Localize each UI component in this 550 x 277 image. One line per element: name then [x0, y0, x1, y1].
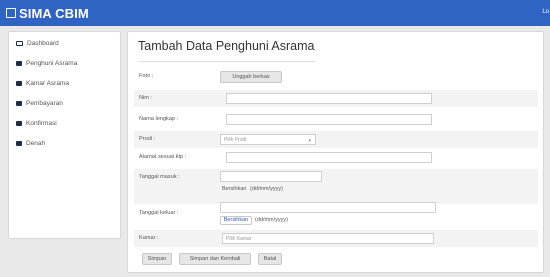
sidebar-item-label: Konfirmasi — [26, 119, 57, 127]
sidebar-item-label: Dashboard — [27, 39, 59, 47]
prodi-label: Prodi : — [139, 136, 156, 142]
sidebar-item-label: Pembayaran — [26, 99, 63, 107]
form-row-nama: Nama lengkap : — [134, 111, 538, 128]
chevron-down-icon: ▾ — [308, 138, 311, 144]
square-icon — [6, 8, 16, 18]
sidebar: Dashboard Penghuni Asrama Kamar Asrama P… — [8, 31, 121, 239]
save-and-back-button[interactable]: Simpan dan Kembali — [179, 253, 251, 265]
tanggal-masuk-label: Tanggal masuk : — [139, 174, 180, 180]
date-format-hint: (dd/mm/yyyy) — [250, 186, 283, 192]
tanggal-keluar-input[interactable] — [220, 202, 436, 213]
sidebar-item-dashboard[interactable]: Dashboard — [9, 33, 120, 53]
nim-input[interactable] — [226, 93, 432, 104]
sidebar-item-label: Kamar Asrama — [26, 79, 69, 87]
form-row-tanggal-keluar: Tanggal keluar : Bersihkan (dd/mm/yyyy) — [134, 202, 538, 229]
table-icon — [16, 80, 22, 86]
monitor-icon — [16, 40, 23, 46]
title-divider — [138, 61, 316, 62]
form-row-alamat: Alamat sesuai ktp : — [134, 149, 538, 166]
prodi-select[interactable]: Pilih Prodi ▾ — [220, 134, 316, 145]
app-title: SIMA CBIM — [19, 5, 89, 21]
sidebar-item-denah[interactable]: Denah — [9, 133, 120, 153]
form-row-tanggal-masuk: Tanggal masuk : Bersihkan (dd/mm/yyyy) — [134, 169, 538, 204]
nim-label: Nim : — [139, 95, 153, 101]
app-brand[interactable]: SIMA CBIM — [6, 5, 89, 21]
table-icon — [16, 120, 22, 126]
tanggal-keluar-label: Tanggal keluar : — [139, 210, 179, 216]
main-panel: Tambah Data Penghuni Asrama Foto : Ungga… — [127, 31, 544, 273]
alamat-label: Alamat sesuai ktp : — [139, 154, 187, 160]
form-row-nim: Nim : — [134, 90, 538, 107]
form-row-kamar: Kamar : Pilih Kamar — [134, 230, 538, 247]
kamar-select[interactable]: Pilih Kamar — [222, 233, 434, 244]
sidebar-item-kamar[interactable]: Kamar Asrama — [9, 73, 120, 93]
table-icon — [16, 140, 22, 146]
upload-file-button[interactable]: Unggah berkas — [220, 71, 282, 83]
nama-input[interactable] — [226, 114, 432, 125]
table-icon — [16, 100, 22, 106]
alamat-input[interactable] — [226, 152, 432, 163]
tanggal-masuk-input[interactable] — [220, 171, 322, 182]
save-button[interactable]: Simpan — [142, 253, 172, 265]
bersihkan-keluar-button[interactable]: Bersihkan — [220, 216, 252, 225]
sidebar-item-label: Penghuni Asrama — [26, 59, 78, 67]
form-row-prodi: Prodi : Pilih Prodi ▾ — [134, 131, 538, 148]
bersihkan-masuk-link[interactable]: Bersihkan — [222, 186, 246, 192]
kamar-label: Kamar : — [139, 235, 159, 241]
sidebar-item-pembayaran[interactable]: Pembayaran — [9, 93, 120, 113]
sidebar-item-konfirmasi[interactable]: Konfirmasi — [9, 113, 120, 133]
table-icon — [16, 60, 22, 66]
page-title: Tambah Data Penghuni Asrama — [138, 39, 315, 53]
sidebar-item-label: Denah — [26, 139, 46, 147]
prodi-selected-value: Pilih Prodi — [224, 137, 247, 143]
cancel-button[interactable]: Batal — [258, 253, 282, 265]
sidebar-item-penghuni[interactable]: Penghuni Asrama — [9, 53, 120, 73]
nama-label: Nama lengkap : — [139, 116, 179, 122]
top-navbar: SIMA CBIM Lo — [0, 0, 550, 26]
foto-label: Foto : — [139, 73, 154, 79]
form-row-foto: Foto : Unggah berkas — [134, 68, 538, 85]
date-format-hint: (dd/mm/yyyy) — [255, 217, 288, 223]
logout-link[interactable]: Lo — [542, 9, 549, 15]
